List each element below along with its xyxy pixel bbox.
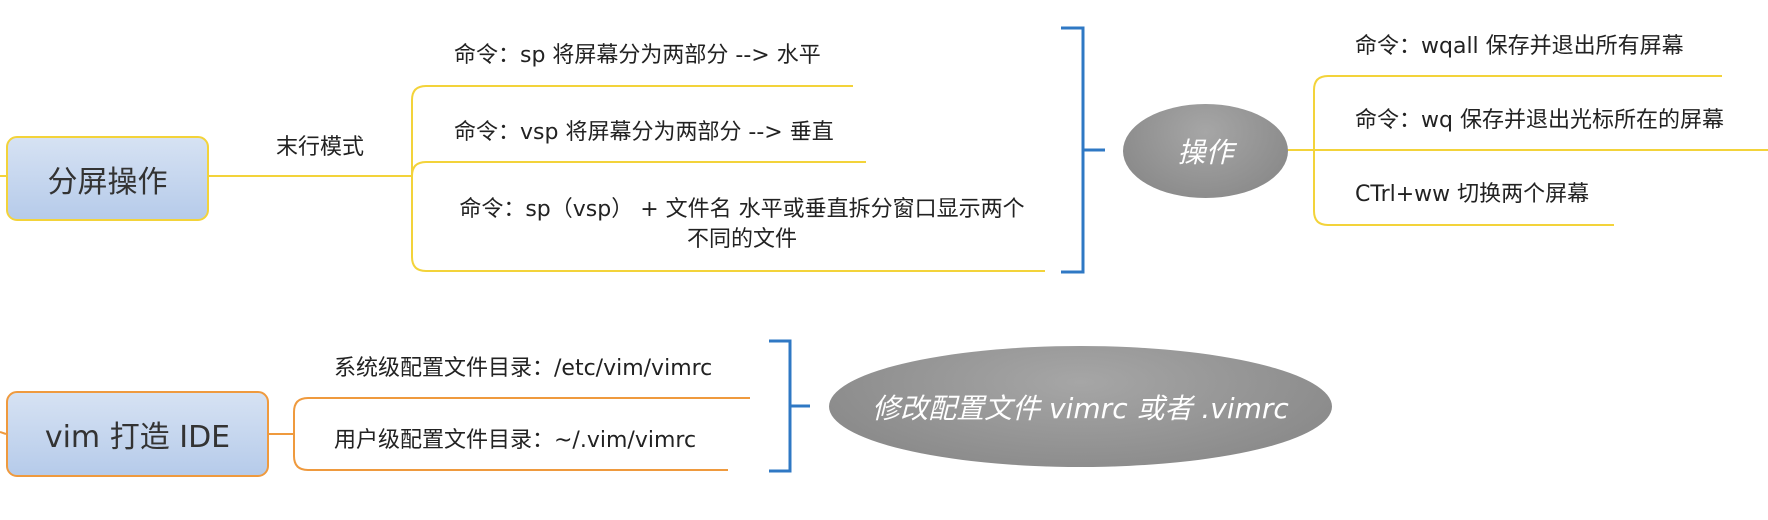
- summary-operations: 操作: [1123, 104, 1288, 198]
- root-node-split-screen-label: 分屏操作: [47, 164, 168, 200]
- bracket-configs: [769, 339, 810, 473]
- mode-label: 末行模式: [276, 135, 365, 160]
- root-node-vim-ide-label: vim 打造 IDE: [44, 420, 231, 455]
- command-sp-file: 命令：sp（vsp） + 文件名 水平或垂直拆分窗口显示两个不同的文件: [459, 197, 1025, 252]
- root-node-split-screen[interactable]: 分屏操作: [6, 136, 209, 221]
- bracket-commands: [1061, 26, 1105, 274]
- summary-vimrc: 修改配置文件 vimrc 或者 .vimrc: [829, 346, 1332, 467]
- root-node-vim-ide[interactable]: vim 打造 IDE: [6, 391, 269, 477]
- operation-wqall: 命令：wqall 保存并退出所有屏幕: [1355, 34, 1684, 59]
- summary-operations-label: 操作: [1177, 136, 1234, 169]
- config-user: 用户级配置文件目录：~/.vim/vimrc: [334, 428, 697, 453]
- operation-ctrl-ww: CTrl+ww 切换两个屏幕: [1355, 182, 1590, 207]
- command-vsp: 命令：vsp 将屏幕分为两部分 --> 垂直: [454, 120, 834, 145]
- operation-wq: 命令：wq 保存并退出光标所在的屏幕: [1355, 108, 1724, 133]
- config-system: 系统级配置文件目录：/etc/vim/vimrc: [334, 356, 713, 381]
- command-sp: 命令：sp 将屏幕分为两部分 --> 水平: [454, 43, 821, 68]
- summary-vimrc-label: 修改配置文件 vimrc 或者 .vimrc: [872, 391, 1289, 425]
